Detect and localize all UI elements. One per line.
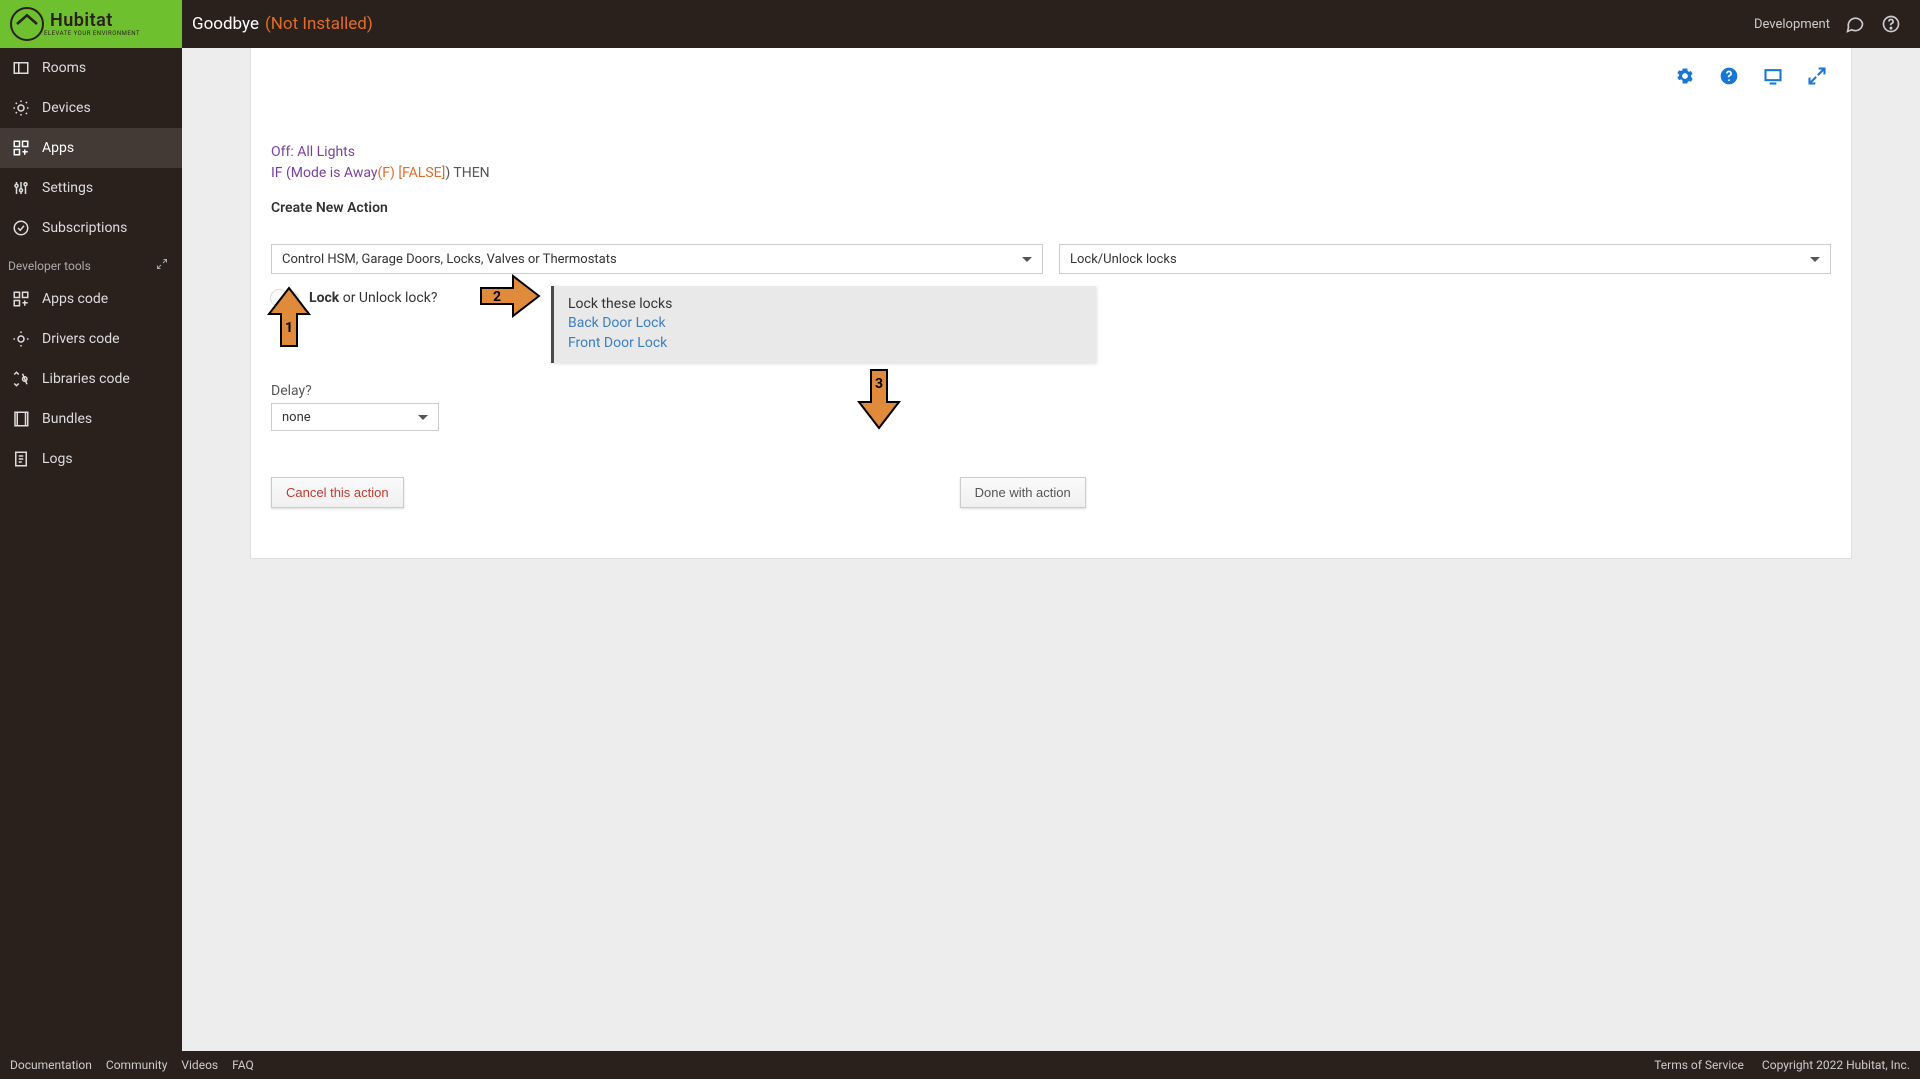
sidebar-item-subscriptions[interactable]: Subscriptions <box>0 208 182 248</box>
logs-icon <box>12 450 30 468</box>
help-circle-icon[interactable] <box>1719 66 1739 86</box>
done-action-button[interactable]: Done with action <box>960 477 1086 508</box>
sidebar-item-rooms[interactable]: Rooms <box>0 48 182 88</box>
footer-link-community[interactable]: Community <box>106 1058 167 1072</box>
footer-link-documentation[interactable]: Documentation <box>10 1058 92 1072</box>
action-type-dropdown[interactable]: Lock/Unlock locks <box>1059 244 1831 274</box>
panel: Off: All Lights IF (Mode is Away(F) [FAL… <box>250 48 1852 559</box>
delay-block: Delay? none <box>271 383 1831 431</box>
footer-link-videos[interactable]: Videos <box>181 1058 218 1072</box>
dev-tools-label: Developer tools <box>8 259 91 273</box>
delay-label: Delay? <box>271 383 1831 399</box>
footer-tos[interactable]: Terms of Service <box>1654 1058 1744 1072</box>
apps-code-icon <box>12 290 30 308</box>
sidebar-item-label: Apps code <box>42 291 108 307</box>
title-status: (Not Installed) <box>265 14 373 34</box>
sidebar-item-drivers-code[interactable]: Drivers code <box>0 319 182 359</box>
development-label[interactable]: Development <box>1754 17 1830 32</box>
sidebar-item-devices[interactable]: Devices <box>0 88 182 128</box>
collapse-icon[interactable] <box>156 258 168 273</box>
rule-if-then: ) THEN <box>445 165 489 181</box>
dropdown-value: Control HSM, Garage Doors, Locks, Valves… <box>282 252 617 267</box>
toggle-label-bold: Lock <box>309 290 339 306</box>
expand-icon[interactable] <box>1807 66 1827 86</box>
rule-if-false: (F) [FALSE] <box>377 165 445 181</box>
footer: Documentation Community Videos FAQ Terms… <box>0 1051 1920 1079</box>
help-icon[interactable] <box>1880 13 1902 35</box>
apps-icon <box>12 139 30 157</box>
rule-if-prefix: IF (Mode is Away <box>271 165 377 181</box>
page-title: Goodbye (Not Installed) <box>182 14 373 34</box>
drivers-code-icon <box>12 330 30 348</box>
sidebar-item-label: Logs <box>42 451 73 467</box>
sidebar-item-label: Bundles <box>42 411 92 427</box>
action-dropdown-row: Control HSM, Garage Doors, Locks, Valves… <box>271 244 1831 274</box>
devices-icon <box>12 99 30 117</box>
topbar-right: Development <box>1754 13 1920 35</box>
logo-tagline: ELEVATE YOUR ENVIRONMENT <box>44 30 140 37</box>
sidebar-item-logs[interactable]: Logs <box>0 439 182 479</box>
rooms-icon <box>12 59 30 77</box>
lock-list-header: Lock these locks <box>568 296 1082 312</box>
sidebar-item-label: Apps <box>42 140 74 156</box>
delay-value: none <box>282 410 311 425</box>
main: Off: All Lights IF (Mode is Away(F) [FAL… <box>182 48 1920 1051</box>
toggle-label-rest: or Unlock lock? <box>339 290 437 306</box>
title-text: Goodbye <box>192 14 259 34</box>
rule-line-1: Off: All Lights <box>271 142 1831 163</box>
settings-icon <box>12 179 30 197</box>
logo-name: Hubitat <box>50 10 113 31</box>
toggle-row: Lock or Unlock lock? Lock these locks Ba… <box>271 286 1831 363</box>
sidebar-item-label: Subscriptions <box>42 220 127 236</box>
logo-icon <box>10 7 44 41</box>
lock-item[interactable]: Front Door Lock <box>568 334 1082 354</box>
caret-down-icon <box>418 415 428 420</box>
sidebar-item-bundles[interactable]: Bundles <box>0 399 182 439</box>
lock-unlock-toggle[interactable] <box>271 291 299 305</box>
sidebar-item-apps[interactable]: Apps <box>0 128 182 168</box>
action-category-dropdown[interactable]: Control HSM, Garage Doors, Locks, Valves… <box>271 244 1043 274</box>
bundles-icon <box>12 410 30 428</box>
sidebar-item-label: Devices <box>42 100 91 116</box>
dropdown-value: Lock/Unlock locks <box>1070 252 1177 267</box>
chat-icon[interactable] <box>1844 13 1866 35</box>
caret-down-icon <box>1810 257 1820 262</box>
toggle-label: Lock or Unlock lock? <box>309 290 437 306</box>
sidebar-item-libraries-code[interactable]: Libraries code <box>0 359 182 399</box>
lock-item[interactable]: Back Door Lock <box>568 314 1082 334</box>
subscriptions-icon <box>12 219 30 237</box>
footer-copyright: Copyright 2022 Hubitat, Inc. <box>1762 1058 1910 1072</box>
content: Off: All Lights IF (Mode is Away(F) [FAL… <box>251 62 1851 518</box>
sidebar: Rooms Devices Apps Settings Subscription… <box>0 48 182 1051</box>
button-row: Cancel this action Done with action <box>271 477 1831 508</box>
sidebar-item-label: Drivers code <box>42 331 120 347</box>
logo[interactable]: Hubitat ELEVATE YOUR ENVIRONMENT <box>0 0 182 48</box>
caret-down-icon <box>1022 257 1032 262</box>
libraries-code-icon <box>12 370 30 388</box>
dev-tools-header[interactable]: Developer tools <box>0 248 182 279</box>
sidebar-item-settings[interactable]: Settings <box>0 168 182 208</box>
topbar: Hubitat ELEVATE YOUR ENVIRONMENT Goodbye… <box>0 0 1920 48</box>
gear-icon[interactable] <box>1675 66 1695 86</box>
cancel-action-button[interactable]: Cancel this action <box>271 477 404 508</box>
footer-link-faq[interactable]: FAQ <box>232 1058 254 1072</box>
monitor-icon[interactable] <box>1763 66 1783 86</box>
rule-line-2: IF (Mode is Away(F) [FALSE]) THEN <box>271 163 1831 184</box>
panel-toolbar <box>1675 66 1827 86</box>
sidebar-item-label: Libraries code <box>42 371 130 387</box>
lock-list-panel[interactable]: Lock these locks Back Door Lock Front Do… <box>551 286 1096 363</box>
create-action-header: Create New Action <box>271 200 1831 216</box>
sidebar-item-apps-code[interactable]: Apps code <box>0 279 182 319</box>
sidebar-item-label: Rooms <box>42 60 86 76</box>
rule-lines: Off: All Lights IF (Mode is Away(F) [FAL… <box>271 142 1831 184</box>
delay-dropdown[interactable]: none <box>271 403 439 431</box>
sidebar-item-label: Settings <box>42 180 93 196</box>
